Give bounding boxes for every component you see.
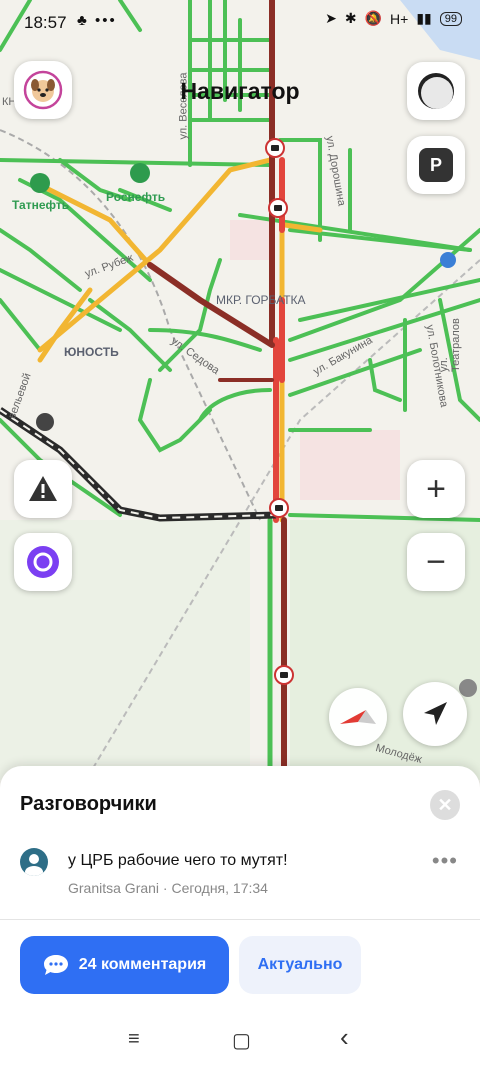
battery-icon: 99 — [439, 11, 462, 26]
parking-icon: P — [419, 148, 453, 182]
compass-button[interactable] — [329, 688, 387, 746]
status-time: 18:57 — [24, 13, 67, 32]
my-location-button[interactable] — [403, 682, 467, 746]
alice-orb-icon — [418, 73, 454, 109]
alice-assistant-button[interactable] — [14, 533, 72, 591]
comments-button-label: 24 комментария — [78, 956, 207, 973]
network-type-label: H+ — [390, 10, 409, 27]
district-gorbatka-label: МКР. ГОРБАТКА — [216, 293, 306, 307]
system-icons: ➤ ✱ 🔕 H+ ▮▮ 99 — [325, 10, 462, 27]
zoom-out-button[interactable]: − — [407, 533, 465, 591]
mute-icon: 🔕 — [364, 10, 383, 26]
back-icon[interactable]: ‹ — [340, 1022, 349, 1053]
voice-assistant-alice-button[interactable] — [407, 62, 465, 120]
user-avatar-icon — [20, 848, 48, 876]
notification-icons: ♣ ••• — [77, 12, 117, 29]
battery-level: 99 — [444, 12, 457, 25]
poi-rosneft-label[interactable]: Роснефть — [106, 190, 165, 204]
zoom-in-button[interactable]: + — [407, 460, 465, 518]
location-icon: ➤ — [325, 10, 337, 26]
chat-bubble-icon — [43, 955, 68, 975]
district-yunost-label: ЮНОСТЬ — [64, 345, 119, 359]
message-text[interactable]: у ЦРБ рабочие чего то мутят! — [68, 852, 288, 870]
sheet-title: Разговорчики — [20, 793, 157, 815]
home-icon[interactable]: ▢ — [232, 1028, 251, 1053]
more-options-icon[interactable]: ••• — [432, 848, 458, 874]
poi-tatneft-label[interactable]: Татнефть — [12, 198, 69, 212]
message-author-line: Granitsa Grani · Сегодня, 17:34 — [68, 880, 268, 896]
actual-button[interactable]: Актуально — [239, 936, 361, 994]
alice-icon — [27, 546, 59, 578]
report-event-button[interactable] — [14, 460, 72, 518]
status-bar: 18:57 ♣ ••• ➤ ✱ 🔕 H+ ▮▮ 99 — [0, 0, 480, 46]
map-view[interactable]: Татнефть Роснефть ЮНОСТЬ МКР. ГОРБАТКА у… — [0, 0, 480, 790]
comments-button[interactable]: 24 комментария — [20, 936, 229, 994]
close-icon[interactable]: ✕ — [430, 790, 460, 820]
system-nav-bar: ≡ ▢ ‹ — [0, 1020, 480, 1060]
map-canvas[interactable] — [0, 0, 480, 790]
compass-icon — [340, 710, 376, 724]
divider — [0, 919, 480, 920]
navigation-arrow-icon — [424, 702, 447, 725]
menu-icon[interactable]: ≡ — [128, 1028, 140, 1051]
bluetooth-icon: ✱ — [344, 10, 357, 26]
signal-icon: ▮▮ — [416, 10, 432, 26]
parking-button[interactable]: P — [407, 136, 465, 194]
warning-icon — [29, 476, 57, 501]
